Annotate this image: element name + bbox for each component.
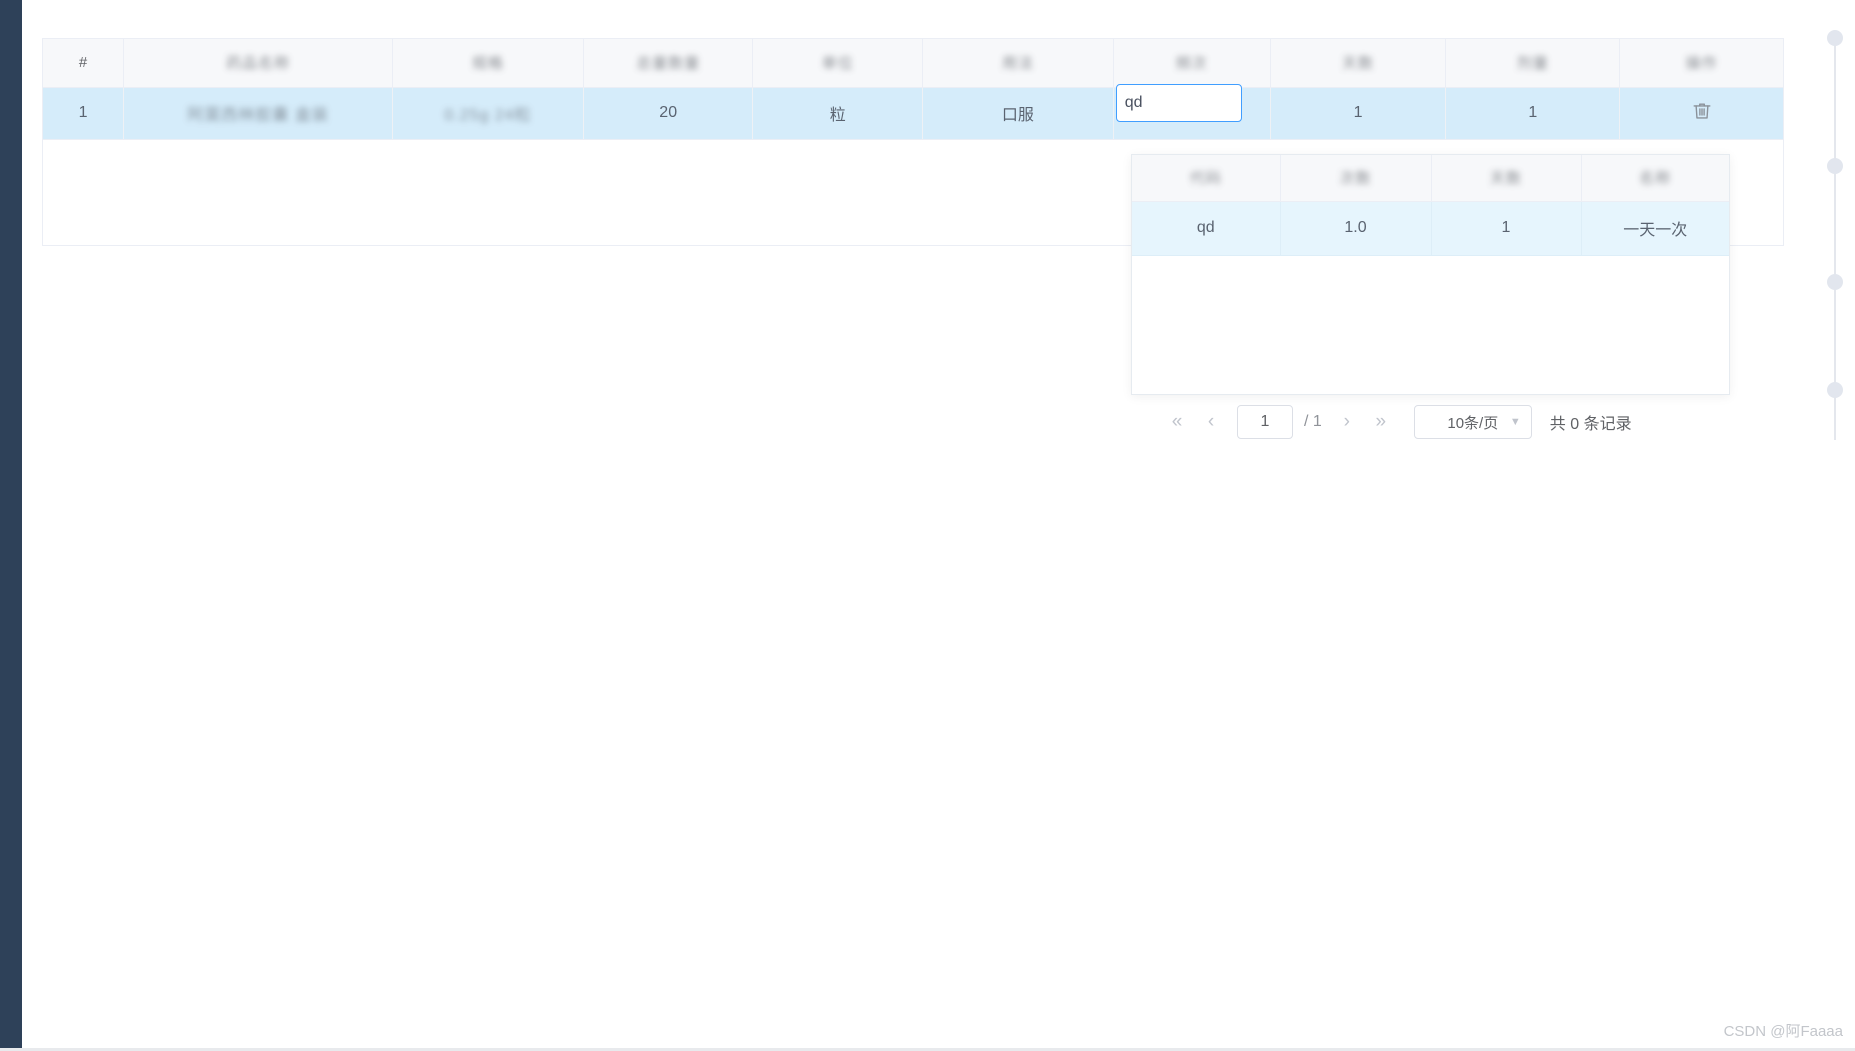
cell-action[interactable] [1619,87,1783,140]
column-header-index[interactable]: # [43,39,125,88]
total-value: 20 [659,104,678,121]
stepper-node[interactable] [1827,274,1843,290]
days-value: 1 [1353,104,1363,121]
header-label: 剂量 [1516,55,1549,73]
suggestion-header-label: 天数 [1489,170,1522,188]
header-label: 药品名称 [226,55,291,73]
spec-value: 0.25g 24粒 [444,107,532,124]
stepper-node[interactable] [1827,158,1843,174]
column-header-route[interactable]: 用法 [922,39,1114,88]
stepper-node[interactable] [1827,382,1843,398]
column-header-frequency[interactable]: 频次 [1113,39,1271,88]
pagination-page-input[interactable] [1237,405,1293,439]
suggestion-header-row: 代码 次数 天数 名称 [1132,155,1729,202]
page-size-select[interactable]: 10条/页 ▼ [1413,405,1532,439]
dose-value: 1 [1528,104,1538,121]
frequency-suggestion-panel: 代码 次数 天数 名称 qd 1.0 1 一天一次 [1131,154,1730,395]
header-label: 单位 [821,55,854,73]
header-label: 总量数量 [636,55,701,73]
suggestion-days: 1 [1501,219,1511,236]
header-label: # [78,54,88,72]
column-header-unit[interactable]: 单位 [752,39,924,88]
suggestion-name: 一天一次 [1623,222,1688,239]
cell-spec[interactable]: 0.25g 24粒 [392,87,584,140]
suggestion-header-label: 次数 [1339,170,1372,188]
table-row[interactable]: 1 阿莫西林胶囊 盒装 0.25g 24粒 20 粒 口服 qd 1 1 [43,83,1783,140]
app-root: # 药品名称 规格 总量数量 单位 用法 频次 天数 剂量 操作 1 阿莫西林胶… [0,0,1855,1051]
suggestion-grid: 代码 次数 天数 名称 qd 1.0 1 一天一次 [1132,155,1729,256]
suggestion-column-days: 天数 [1431,155,1582,202]
column-header-action[interactable]: 操作 [1619,39,1783,88]
vertical-stepper [1823,30,1847,450]
suggestion-header-label: 代码 [1189,170,1222,188]
pagination-bar: « ‹ / 1 › » 10条/页 ▼ 共 0 条记录 [1160,405,1632,439]
suggestion-times: 1.0 [1344,219,1367,236]
stepper-line [1834,40,1836,440]
suggestion-cell-name[interactable]: 一天一次 [1581,201,1729,256]
header-label: 天数 [1342,55,1375,73]
suggestion-column-code: 代码 [1132,155,1281,202]
column-header-total[interactable]: 总量数量 [583,39,754,88]
unit-value: 粒 [829,107,846,124]
column-header-spec[interactable]: 规格 [392,39,584,88]
suggestion-cell-days[interactable]: 1 [1431,201,1582,256]
frequency-input[interactable] [1115,83,1242,122]
header-label: 用法 [1001,55,1034,73]
suggestion-cell-code[interactable]: qd [1132,201,1281,256]
stepper-node[interactable] [1827,30,1843,46]
pagination-first-button[interactable]: « [1160,405,1194,439]
header-label: 规格 [472,55,505,73]
column-header-dose[interactable]: 剂量 [1445,39,1621,88]
header-label: 频次 [1175,55,1208,73]
suggestion-row[interactable]: qd 1.0 1 一天一次 [1132,201,1729,256]
suggestion-code: qd [1196,219,1215,236]
page-size-label: 10条/页 [1447,414,1499,432]
column-header-days[interactable]: 天数 [1270,39,1447,88]
header-label: 操作 [1685,55,1718,73]
cell-total[interactable]: 20 [583,87,754,140]
cell-frequency[interactable] [1113,83,1271,140]
chevron-down-icon: ▼ [1509,416,1521,428]
suggestion-column-times: 次数 [1280,155,1432,202]
row-index: 1 [78,104,88,121]
column-header-drug-name[interactable]: 药品名称 [123,39,394,88]
cell-dose[interactable]: 1 [1445,87,1621,140]
cell-unit[interactable]: 粒 [752,87,924,140]
trash-icon[interactable] [1691,100,1713,122]
suggestion-column-name: 名称 [1581,155,1729,202]
suggestion-cell-times[interactable]: 1.0 [1280,201,1432,256]
cell-index: 1 [43,87,125,140]
watermark: CSDN @阿Faaaa [1723,1023,1843,1040]
left-nav-rail [0,0,22,1051]
table-header-row: # 药品名称 规格 总量数量 单位 用法 频次 天数 剂量 操作 [43,39,1783,88]
pagination-prev-button[interactable]: ‹ [1194,405,1228,439]
drug-name-value: 阿莫西林胶囊 盒装 [187,107,329,124]
record-count-label: 共 0 条记录 [1549,416,1632,433]
pagination-next-button[interactable]: › [1330,405,1364,439]
cell-drug-name[interactable]: 阿莫西林胶囊 盒装 [123,87,394,140]
pagination-last-button[interactable]: » [1364,405,1398,439]
route-value: 口服 [1001,107,1034,124]
pagination-total-pages: / 1 [1304,413,1322,430]
suggestion-header-label: 名称 [1639,170,1672,188]
cell-days[interactable]: 1 [1270,87,1447,140]
cell-route[interactable]: 口服 [922,87,1114,140]
